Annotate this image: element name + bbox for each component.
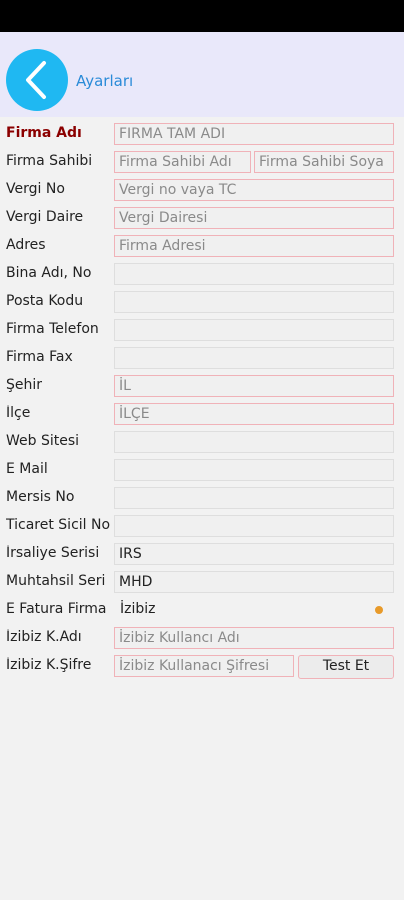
firma-adi-input[interactable]: FIRMA TAM ADI [114,123,394,145]
vergi-no-input[interactable]: Vergi no vaya TC [114,179,394,201]
label-mersis: Mersis No [6,489,75,505]
label-fax: Firma Fax [6,349,73,365]
chevron-left-icon [26,61,46,99]
izibiz-kullanici-input[interactable]: İzibiz Kullancı Adı [114,627,394,649]
muhtahsil-seri-input[interactable]: MHD [114,571,394,593]
row-adres: Adres Firma Adresi [0,232,404,260]
row-fax: Firma Fax [0,344,404,372]
irsaliye-serisi-input[interactable]: IRS [114,543,394,565]
efatura-select[interactable]: İzibiz [114,599,364,621]
label-firma-adi: Firma Adı [6,125,82,141]
label-posta: Posta Kodu [6,293,84,309]
row-efatura: E Fatura Firma İzibiz [0,596,404,624]
row-bina: Bina Adı, No [0,260,404,288]
row-vergi-daire: Vergi Daire Vergi Dairesi [0,204,404,232]
posta-kodu-input[interactable] [114,291,394,313]
label-efatura: E Fatura Firma [6,601,107,617]
row-sehir: Şehir İL [0,372,404,400]
row-ilce: İlçe İLÇE [0,400,404,428]
back-button[interactable] [6,49,68,111]
row-telefon: Firma Telefon [0,316,404,344]
label-firma-sahibi: Firma Sahibi [6,153,93,169]
label-vergi-no: Vergi No [6,181,65,197]
label-sehir: Şehir [6,377,43,393]
row-web: Web Sitesi [0,428,404,456]
status-bar [0,0,404,32]
vergi-daire-input[interactable]: Vergi Dairesi [114,207,394,229]
mersis-input[interactable] [114,487,394,509]
row-irsaliye: İrsaliye Serisi IRS [0,540,404,568]
firma-sahibi-adi-input[interactable]: Firma Sahibi Adı [114,151,251,173]
row-posta: Posta Kodu [0,288,404,316]
page-title: Ayarları [76,72,134,90]
firma-sahibi-soyadi-input[interactable]: Firma Sahibi Soya [254,151,394,173]
bina-input[interactable] [114,263,394,285]
label-bina: Bina Adı, No [6,265,92,281]
dropdown-indicator-icon[interactable] [375,606,383,614]
row-izibiz-sifre: İzibiz K.Şifre İzibiz Kullanacı Şifresi … [0,652,404,680]
label-vergi-daire: Vergi Daire [6,209,84,225]
label-irsaliye: İrsaliye Serisi [6,545,100,561]
row-izibiz-kadi: İzibiz K.Adı İzibiz Kullancı Adı [0,624,404,652]
row-vergi-no: Vergi No Vergi no vaya TC [0,176,404,204]
row-firma-sahibi: Firma Sahibi Firma Sahibi Adı Firma Sahi… [0,148,404,176]
row-firma-adi: Firma Adı FIRMA TAM ADI [0,120,404,148]
row-ticaret: Ticaret Sicil No [0,512,404,540]
label-ticaret: Ticaret Sicil No [6,517,111,533]
label-telefon: Firma Telefon [6,321,99,337]
label-email: E Mail [6,461,48,477]
row-mersis: Mersis No [0,484,404,512]
izibiz-sifre-input[interactable]: İzibiz Kullanacı Şifresi [114,655,294,677]
email-input[interactable] [114,459,394,481]
label-muhtahsil: Muhtahsil Seri [6,573,106,589]
row-muhtahsil: Muhtahsil Seri MHD [0,568,404,596]
row-email: E Mail [0,456,404,484]
adres-input[interactable]: Firma Adresi [114,235,394,257]
ticaret-sicil-input[interactable] [114,515,394,537]
label-ilce: İlçe [6,405,31,421]
label-izibiz-sifre: İzibiz K.Şifre [6,657,92,673]
fax-input[interactable] [114,347,394,369]
test-et-button[interactable]: Test Et [298,655,394,679]
company-settings-form: Firma Adı FIRMA TAM ADI Firma Sahibi Fir… [0,117,404,900]
label-adres: Adres [6,237,46,253]
label-web: Web Sitesi [6,433,80,449]
sehir-input[interactable]: İL [114,375,394,397]
ilce-input[interactable]: İLÇE [114,403,394,425]
label-izibiz-kadi: İzibiz K.Adı [6,629,82,645]
web-input[interactable] [114,431,394,453]
telefon-input[interactable] [114,319,394,341]
